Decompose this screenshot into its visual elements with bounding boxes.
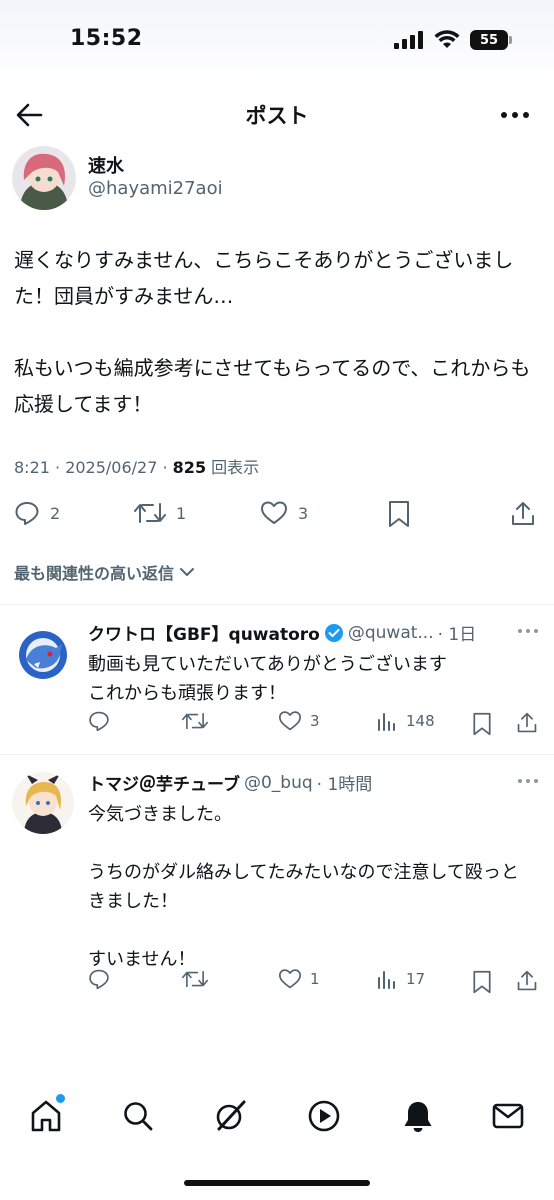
divider	[0, 754, 554, 755]
post-meta: 8:21 · 2025/06/27 · 825 回表示	[14, 454, 259, 478]
status-time: 15:52	[70, 26, 143, 51]
analytics-icon	[378, 713, 395, 731]
repost-icon	[182, 712, 208, 730]
status-icons: 55	[394, 30, 512, 50]
bookmark-icon[interactable]	[472, 970, 492, 994]
reply-sort-label: 最も関連性の高い返信	[14, 564, 175, 583]
reply-more-icon[interactable]	[516, 774, 540, 788]
share-icon[interactable]	[510, 500, 536, 528]
repost-button[interactable]: 1	[134, 500, 186, 526]
reply-actions: 1 17	[0, 968, 554, 998]
tab-video[interactable]	[304, 1096, 344, 1136]
reply-item[interactable]: トマジ＠芋チューブ @0_buq · 1時間 今気づきました。 うちのがダル絡み…	[0, 770, 554, 1010]
reply-like-count: 1	[310, 970, 320, 988]
reply-views-button[interactable]: 148	[376, 710, 435, 732]
reply-text: 今気づきました。 うちのがダル絡みしてたみたいなので注意して殴っときました！ す…	[88, 804, 519, 970]
status-bar: 15:52 55	[0, 0, 554, 84]
verified-badge-icon	[324, 623, 343, 642]
post-timestamp[interactable]: 8:21 · 2025/06/27 ·	[14, 458, 173, 477]
tab-messages[interactable]	[488, 1096, 528, 1136]
analytics-icon	[378, 971, 395, 989]
share-icon[interactable]	[516, 711, 538, 735]
page-title: ポスト	[245, 104, 309, 128]
reply-repost-button[interactable]	[182, 710, 216, 732]
nav-bar: ポスト	[0, 88, 554, 142]
reply-text: 動画も見ていただいてありがとうございます これからも頑張ります！	[88, 654, 447, 704]
reply-time[interactable]: · 1日	[438, 620, 477, 645]
reply-time[interactable]: · 1時間	[317, 770, 373, 795]
like-count: 3	[298, 503, 309, 523]
reply-button[interactable]: 2	[14, 500, 60, 526]
reply-author-handle[interactable]: @0_buq	[244, 773, 313, 793]
share-icon[interactable]	[516, 969, 538, 993]
repost-icon	[182, 970, 208, 988]
author-avatar[interactable]	[12, 146, 76, 210]
tab-notifications[interactable]	[398, 1096, 438, 1136]
tab-grok[interactable]	[210, 1096, 250, 1136]
reply-actions: 3 148	[0, 710, 554, 740]
bottom-tab-bar	[0, 1086, 554, 1146]
reply-repost-button[interactable]	[182, 968, 216, 990]
author-handle[interactable]: @hayami27aoi	[88, 178, 223, 199]
reply-author-name[interactable]: クワトロ【GBF】quwatoro	[88, 620, 320, 645]
wifi-icon	[434, 30, 460, 48]
bookmark-icon[interactable]	[472, 712, 492, 736]
search-icon	[124, 1102, 153, 1131]
reply-avatar[interactable]	[12, 624, 74, 686]
reply-reply-button[interactable]	[88, 968, 118, 990]
reply-like-count: 3	[310, 712, 320, 730]
heart-icon	[278, 969, 301, 989]
notifications-icon	[404, 1102, 432, 1132]
repost-icon	[134, 503, 166, 523]
reply-author-handle[interactable]: @quwat...	[348, 623, 434, 643]
reply-icon	[89, 711, 109, 732]
post-views-label: 回表示	[206, 458, 260, 477]
reply-icon	[89, 969, 109, 990]
more-options-icon[interactable]	[498, 100, 532, 130]
home-indicator	[184, 1180, 370, 1186]
reply-header: トマジ＠芋チューブ @0_buq · 1時間	[88, 770, 498, 796]
heart-icon	[278, 711, 301, 731]
video-icon	[308, 1100, 340, 1132]
bookmark-icon[interactable]	[388, 500, 410, 528]
reply-item[interactable]: クワトロ【GBF】quwatoro @quwat... · 1日 動画も見ていた…	[0, 620, 554, 754]
grok-icon	[216, 1100, 246, 1131]
reply-avatar[interactable]	[12, 772, 74, 834]
reply-reply-button[interactable]	[88, 710, 118, 732]
reply-header: クワトロ【GBF】quwatoro @quwat... · 1日	[88, 620, 498, 646]
reply-view-count: 17	[406, 970, 426, 988]
signal-icon	[394, 31, 423, 49]
home-icon	[31, 1100, 61, 1132]
reply-view-count: 148	[406, 712, 435, 730]
repost-count: 1	[176, 503, 187, 523]
tab-search[interactable]	[118, 1096, 158, 1136]
notification-dot	[56, 1094, 65, 1103]
reply-like-button[interactable]: 1	[278, 968, 320, 990]
post-text: 遅くなりすみません、こちらこそありがとうございました！団員がすみません… 私もい…	[14, 248, 531, 416]
reply-like-button[interactable]: 3	[278, 710, 320, 732]
like-button[interactable]: 3	[260, 500, 308, 526]
post-view-count: 825	[172, 458, 207, 477]
reply-author-name[interactable]: トマジ＠芋チューブ	[88, 770, 240, 795]
post-actions: 2 1 3	[0, 494, 554, 534]
chevron-down-icon	[180, 568, 195, 576]
reply-count: 2	[50, 503, 61, 523]
heart-icon	[261, 501, 287, 524]
author-name[interactable]: 速水	[88, 152, 124, 178]
tab-home[interactable]	[26, 1094, 66, 1136]
messages-icon	[492, 1103, 524, 1129]
reply-more-icon[interactable]	[516, 624, 540, 638]
battery-icon: 55	[470, 30, 512, 50]
reply-sort-dropdown[interactable]: 最も関連性の高い返信	[14, 560, 196, 584]
reply-views-button[interactable]: 17	[376, 968, 425, 990]
reply-icon	[15, 502, 39, 525]
divider	[0, 604, 554, 605]
